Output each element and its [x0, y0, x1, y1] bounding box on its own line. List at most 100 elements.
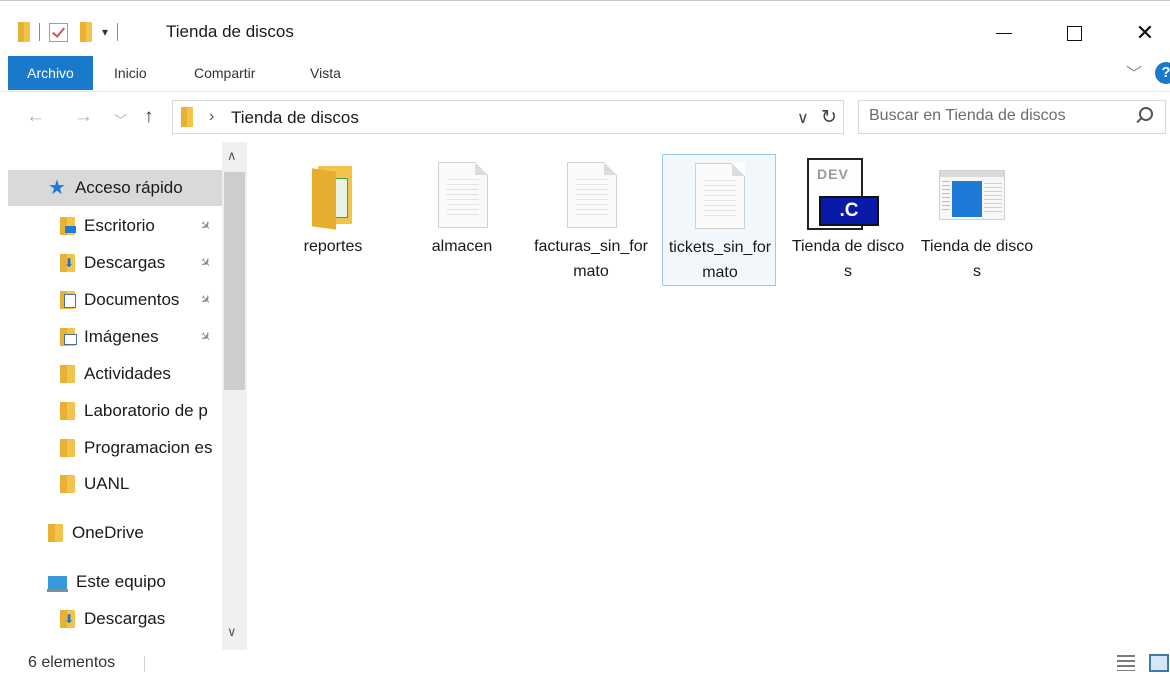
sidebar-item-label: Este equipo	[76, 572, 166, 591]
file-item-reportes[interactable]: reportes	[276, 152, 390, 284]
pin-icon: ✈	[196, 253, 215, 272]
file-name: Tienda de discos	[791, 238, 905, 280]
folder-icon	[312, 162, 354, 230]
sidebar-item-laboratorio[interactable]: Laboratorio de p	[8, 393, 222, 429]
devcpp-project-icon: DEV .C	[807, 158, 879, 232]
desktop-folder-icon	[60, 217, 76, 235]
search-input[interactable]	[869, 107, 1119, 125]
recent-locations-button[interactable]: ﹀	[114, 110, 127, 129]
scroll-thumb[interactable]	[224, 172, 245, 390]
search-box[interactable]	[858, 100, 1166, 134]
folder-icon	[60, 402, 75, 420]
sidebar-item-acceso-rapido[interactable]: ★ Acceso rápido	[8, 170, 222, 206]
sidebar-item-label: Descargas	[84, 609, 166, 628]
tab-archivo[interactable]: Archivo	[8, 56, 93, 90]
maximize-button[interactable]	[1051, 15, 1097, 51]
address-dropdown-button[interactable]: ∨	[797, 108, 809, 128]
downloads-folder-icon	[60, 610, 75, 628]
item-count: 6 elementos	[28, 654, 116, 671]
file-list: reportes almacen facturas_sin_formato ti…	[262, 152, 1162, 642]
toolbar-separator	[39, 23, 40, 41]
devcpp-label: DEV	[817, 166, 849, 182]
forward-button[interactable]: →	[74, 106, 93, 128]
sidebar-scrollbar[interactable]: ∧ ∨	[222, 142, 247, 650]
folder-icon	[18, 22, 30, 42]
file-name: facturas_sin_formato	[534, 238, 648, 280]
sidebar-item-label: Imágenes	[84, 327, 159, 346]
status-separator	[144, 656, 145, 672]
file-item-facturas-sin-formato[interactable]: facturas_sin_formato	[534, 152, 648, 284]
folder-icon	[60, 475, 75, 493]
computer-icon	[47, 575, 68, 592]
sidebar-item-documentos[interactable]: Documentos ✈	[8, 282, 222, 318]
sidebar-item-actividades[interactable]: Actividades	[8, 356, 222, 392]
pictures-folder-icon	[60, 328, 77, 346]
sidebar-item-label: Programacion es	[84, 438, 213, 457]
pin-icon: ✈	[196, 327, 215, 346]
ribbon: Archivo Inicio Compartir Vista ﹀ ?	[0, 56, 1170, 92]
sidebar-item-imagenes[interactable]: Imágenes ✈	[8, 319, 222, 355]
application-icon	[939, 170, 1005, 220]
back-button[interactable]: ←	[26, 106, 45, 128]
folder-icon	[48, 524, 63, 542]
sidebar-item-label: Actividades	[84, 364, 171, 383]
tab-compartir[interactable]: Compartir	[194, 56, 255, 90]
window-title: Tienda de discos	[166, 22, 294, 41]
document-icon	[567, 162, 617, 228]
file-item-almacen[interactable]: almacen	[405, 152, 519, 284]
folder-icon	[181, 107, 193, 127]
sidebar-item-descargas-pc[interactable]: Descargas	[8, 601, 222, 637]
properties-icon[interactable]	[49, 22, 68, 42]
sidebar-item-uanl[interactable]: UANL	[8, 466, 222, 502]
details-view-icon[interactable]	[1117, 655, 1135, 671]
pin-icon: ✈	[196, 216, 215, 235]
file-item-tickets-sin-formato[interactable]: tickets_sin_formato	[662, 154, 776, 286]
sidebar-item-label: Acceso rápido	[74, 178, 183, 197]
sidebar-item-label: OneDrive	[72, 523, 144, 542]
status-bar: 6 elementos	[0, 650, 1170, 676]
sidebar-item-label: Descargas	[84, 253, 166, 272]
folder-icon	[60, 365, 75, 383]
help-icon[interactable]: ?	[1155, 62, 1170, 84]
tab-inicio[interactable]: Inicio	[114, 56, 147, 90]
new-folder-icon[interactable]	[80, 22, 92, 42]
customize-toolbar-dropdown[interactable]: ▾	[102, 25, 108, 39]
pin-icon: ✈	[196, 290, 215, 309]
sidebar-item-onedrive[interactable]: OneDrive	[8, 515, 222, 551]
file-name: tickets_sin_formato	[668, 239, 772, 281]
toolbar-separator	[117, 23, 119, 41]
navigation-pane: ★ Acceso rápido Escritorio ✈ Descargas ✈…	[0, 142, 247, 650]
tab-vista[interactable]: Vista	[310, 56, 341, 90]
file-name: reportes	[303, 238, 363, 255]
refresh-button[interactable]: ↻	[821, 106, 837, 129]
sidebar-item-label: UANL	[84, 474, 130, 493]
file-name: Tienda de discos	[920, 238, 1034, 280]
document-icon	[438, 162, 488, 228]
large-icons-view-icon[interactable]	[1149, 654, 1169, 672]
scroll-up-icon[interactable]: ∧	[227, 148, 237, 164]
document-icon	[695, 163, 745, 229]
file-item-tienda-de-discos-exe[interactable]: Tienda de discos	[920, 152, 1034, 284]
sidebar-item-label: Documentos	[84, 290, 180, 309]
search-icon[interactable]	[1139, 107, 1153, 121]
sidebar-item-descargas[interactable]: Descargas ✈	[8, 245, 222, 281]
file-name: almacen	[431, 238, 493, 255]
expand-ribbon-icon[interactable]: ﹀	[1126, 60, 1142, 84]
folder-icon	[60, 439, 75, 457]
up-button[interactable]: ↑	[144, 106, 154, 128]
star-icon: ★	[48, 177, 66, 199]
address-bar[interactable]: › Tienda de discos ∨ ↻	[172, 100, 844, 134]
scroll-down-icon[interactable]: ∨	[227, 624, 237, 640]
close-button[interactable]: ✕	[1122, 15, 1168, 51]
sidebar-item-escritorio[interactable]: Escritorio ✈	[8, 208, 222, 244]
breadcrumb-current[interactable]: Tienda de discos	[231, 108, 359, 128]
breadcrumb-chevron-icon[interactable]: ›	[209, 108, 214, 126]
minimize-button[interactable]	[981, 15, 1027, 51]
downloads-folder-icon	[60, 254, 75, 272]
sidebar-item-programacion[interactable]: Programacion es	[8, 430, 222, 466]
c-badge: .C	[819, 196, 879, 226]
sidebar-item-label: Escritorio	[84, 216, 155, 235]
quick-access-toolbar: ▾	[18, 21, 127, 43]
file-item-tienda-de-discos-project[interactable]: DEV .C Tienda de discos	[791, 152, 905, 284]
sidebar-item-este-equipo[interactable]: Este equipo	[8, 564, 222, 600]
